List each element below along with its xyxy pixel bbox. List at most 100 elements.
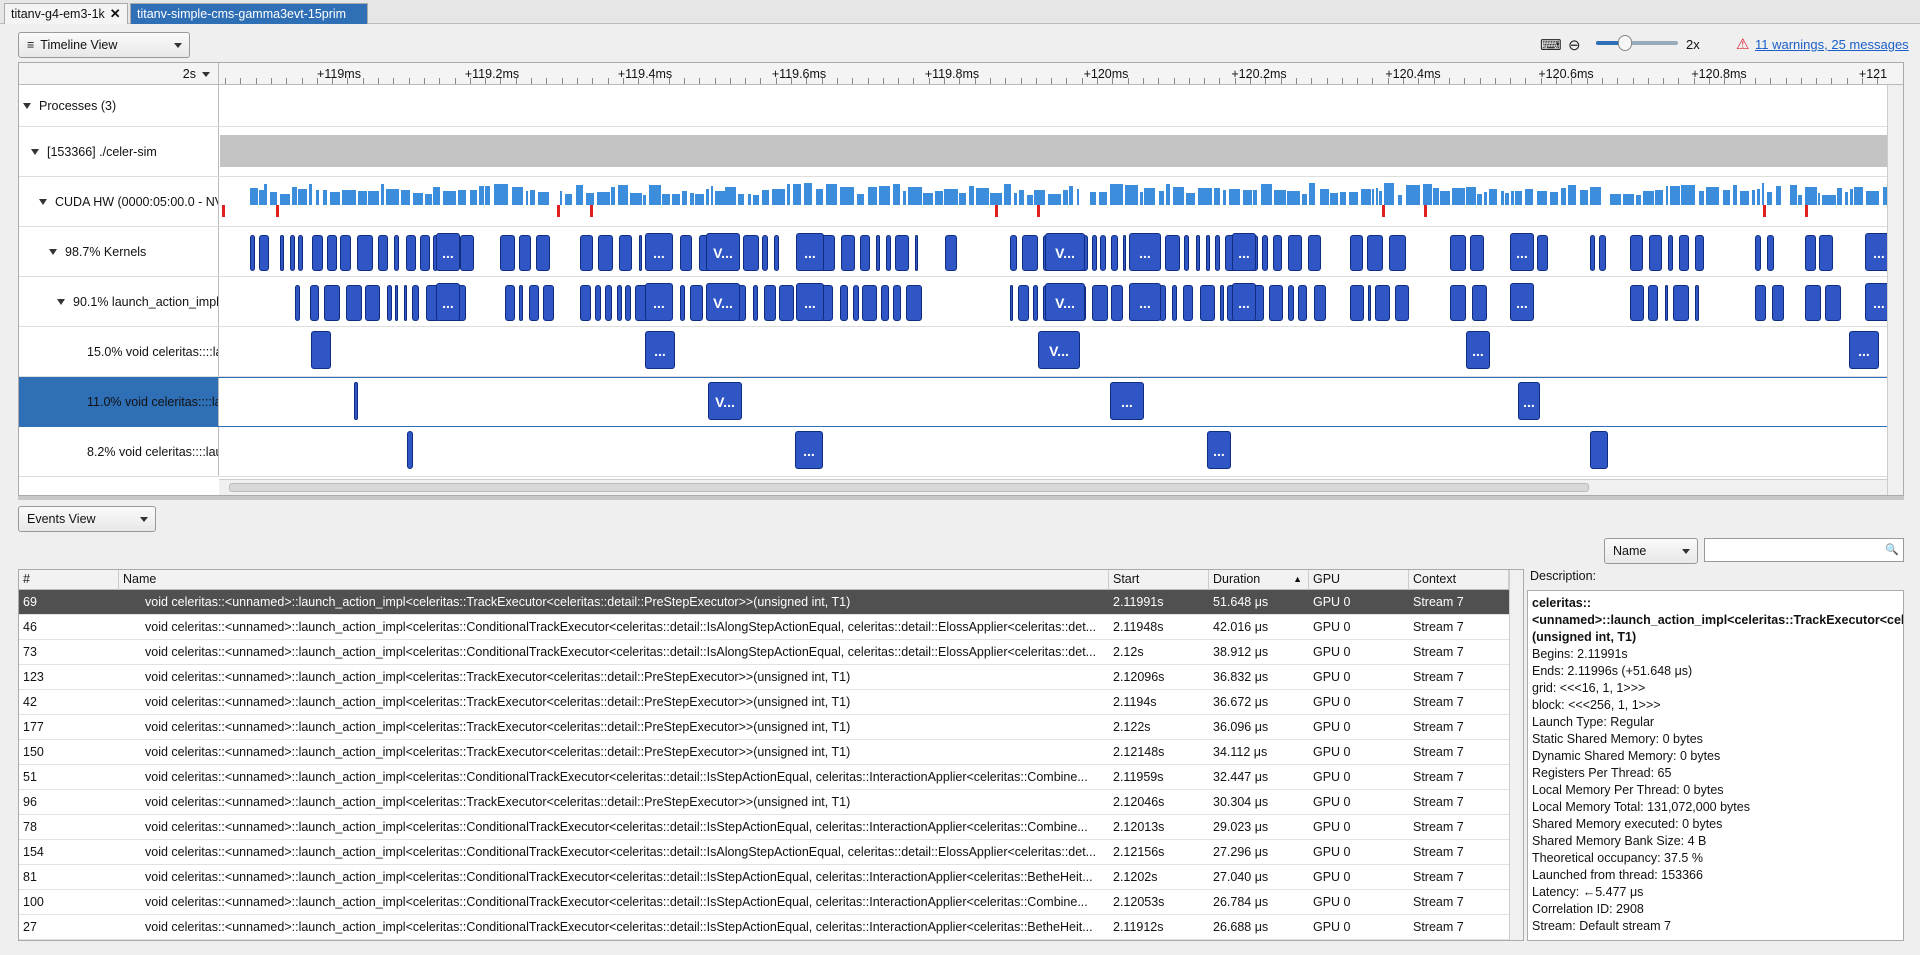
hw-activity-bar[interactable] [1866, 191, 1879, 205]
hw-activity-bar[interactable] [443, 191, 456, 205]
kernel-block[interactable] [1010, 235, 1017, 271]
kernel-block[interactable] [840, 285, 848, 321]
hw-activity-bar[interactable] [725, 187, 736, 205]
kernel-block[interactable] [1368, 285, 1371, 321]
hw-activity-bar[interactable] [903, 191, 906, 205]
hw-activity-bar[interactable] [1302, 194, 1307, 205]
table-row[interactable]: 73 void celeritas::<unnamed>::launch_acti… [19, 640, 1509, 665]
kernel-block[interactable] [860, 235, 870, 271]
hw-activity-bar[interactable] [560, 191, 562, 205]
filter-field-selector[interactable]: Name [1604, 538, 1698, 564]
hw-activity-bar[interactable] [538, 192, 549, 205]
kernel-block[interactable]: V... [1038, 331, 1080, 369]
hw-activity-bar[interactable] [1561, 188, 1566, 205]
hw-activity-bar[interactable] [1489, 189, 1497, 205]
kernel-block[interactable]: ... [436, 233, 460, 271]
hw-activity-bar[interactable] [323, 190, 327, 205]
kernel-block[interactable] [1206, 235, 1210, 271]
kernel-block[interactable] [876, 235, 880, 271]
kernel-block[interactable] [605, 285, 612, 321]
hw-activity-bar[interactable] [1004, 184, 1011, 205]
hw-activity-bar[interactable] [1186, 193, 1195, 205]
kernel-block[interactable] [311, 331, 331, 369]
kernel-block[interactable] [1395, 285, 1409, 321]
hw-activity-bar[interactable] [1274, 190, 1286, 205]
hw-activity-bar[interactable] [711, 186, 713, 205]
kernel-block[interactable] [1755, 235, 1761, 271]
hw-activity-bar[interactable] [868, 187, 877, 205]
kernel-block[interactable] [1092, 285, 1108, 321]
hw-marker[interactable] [1424, 205, 1427, 217]
kernel-block[interactable] [1183, 285, 1193, 321]
kernel-block[interactable] [1472, 285, 1487, 321]
kernel-block[interactable] [505, 285, 515, 321]
kernel-block[interactable] [1649, 235, 1662, 271]
row-cuda-hw[interactable]: CUDA HW (0000:05:00.0 - NVIDIA TITAN V) [19, 177, 1887, 227]
events-view-selector[interactable]: Events View [18, 506, 156, 532]
hw-activity-bar[interactable] [1466, 187, 1476, 205]
kernel-block[interactable] [378, 235, 388, 271]
kernel-block[interactable] [420, 235, 430, 271]
column-header-duration[interactable]: Duration ▲ [1209, 570, 1309, 590]
kernel-block[interactable] [1196, 235, 1200, 271]
kernel-block[interactable]: V... [706, 283, 740, 321]
hw-activity-bar[interactable] [1320, 189, 1329, 205]
kernel-block[interactable] [1389, 235, 1406, 271]
kernel-block[interactable] [779, 285, 794, 321]
hw-activity-bar[interactable] [969, 186, 974, 205]
hw-activity-bar[interactable] [401, 190, 410, 205]
hw-activity-bar[interactable] [1027, 195, 1033, 205]
kernel-block[interactable] [1630, 285, 1644, 321]
hw-activity-bar[interactable] [1229, 189, 1240, 205]
kernel-block[interactable] [365, 285, 380, 321]
row-label[interactable]: 8.2% void celeritas::::launch_action_imp… [19, 427, 219, 476]
column-header-gpu[interactable]: GPU [1309, 570, 1409, 590]
hw-activity-bar[interactable] [695, 194, 704, 205]
hw-activity-bar[interactable] [309, 184, 312, 205]
hw-activity-bar[interactable] [1805, 187, 1817, 205]
hw-activity-bar[interactable] [1837, 188, 1842, 205]
kernel-block[interactable] [1648, 285, 1658, 321]
expand-icon[interactable] [31, 148, 39, 155]
horizontal-scrollbar[interactable] [219, 479, 1887, 495]
hw-activity-bar[interactable] [250, 188, 258, 205]
hw-activity-bar[interactable] [1477, 194, 1482, 205]
kernel-block[interactable] [1165, 235, 1180, 271]
hw-activity-bar[interactable] [1610, 194, 1621, 205]
hw-activity-bar[interactable] [804, 183, 812, 205]
hw-activity-bar[interactable] [458, 190, 466, 205]
kernel-block[interactable] [625, 285, 631, 321]
hw-activity-bar[interactable] [816, 189, 823, 205]
column-header-id[interactable]: # [19, 570, 119, 590]
hw-activity-bar[interactable] [682, 191, 687, 205]
table-row[interactable]: 177 void celeritas::<unnamed>::launch_act… [19, 715, 1509, 740]
hw-activity-bar[interactable] [1243, 190, 1252, 205]
hw-activity-bar[interactable] [494, 184, 508, 205]
column-header-start[interactable]: Start [1109, 570, 1209, 590]
kernel-block[interactable] [310, 285, 319, 321]
hw-activity-bar[interactable] [1214, 188, 1220, 205]
hw-activity-bar[interactable] [1740, 191, 1749, 205]
hw-activity-bar[interactable] [1384, 183, 1394, 205]
hw-activity-bar[interactable] [1340, 192, 1346, 205]
kernel-block[interactable] [406, 235, 416, 271]
kernel-block[interactable] [519, 285, 523, 321]
hw-activity-bar[interactable] [298, 189, 307, 205]
kernel-block[interactable] [853, 285, 859, 321]
hw-activity-bar[interactable] [753, 195, 759, 205]
row-label[interactable]: 15.0% void celeritas::::launch_action_im… [19, 327, 219, 376]
hw-activity-bar[interactable] [690, 193, 694, 205]
hw-activity-bar[interactable] [1568, 185, 1576, 205]
kernel-block[interactable] [1805, 235, 1816, 271]
kernel-block[interactable] [1470, 235, 1484, 271]
hw-activity-bar[interactable] [1666, 186, 1668, 205]
column-header-name[interactable]: Name [119, 570, 1109, 590]
kernel-block[interactable] [1111, 235, 1118, 271]
hw-activity-bar[interactable] [1452, 188, 1465, 205]
kernel-block[interactable] [945, 235, 957, 271]
kernel-block[interactable] [327, 235, 337, 271]
kernel-block[interactable] [1111, 285, 1123, 321]
hw-activity-bar[interactable] [264, 184, 267, 205]
hw-activity-bar[interactable] [330, 192, 340, 205]
table-row[interactable]: 42 void celeritas::<unnamed>::launch_acti… [19, 690, 1509, 715]
